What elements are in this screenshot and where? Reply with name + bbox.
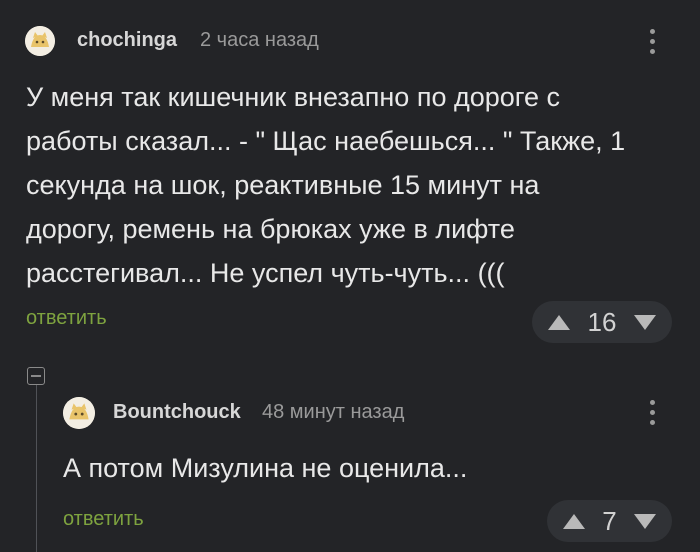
- upvote-icon[interactable]: [548, 314, 570, 330]
- collapse-icon[interactable]: [27, 367, 45, 385]
- reply-button[interactable]: ответить: [63, 508, 144, 531]
- rating-control: 7: [547, 500, 672, 542]
- more-vertical-icon[interactable]: [642, 26, 662, 58]
- comment-text: А потом Мизулина не оценила...: [63, 453, 468, 483]
- rating-count: 7: [602, 505, 617, 536]
- thread-line: [36, 380, 37, 552]
- comment-text: У меня так кишечник внезапно по дороге с…: [26, 82, 626, 288]
- more-vertical-icon[interactable]: [642, 397, 662, 429]
- rating-count: 16: [587, 306, 617, 337]
- comment-author[interactable]: Bountchouck: [113, 401, 241, 424]
- upvote-icon[interactable]: [563, 513, 585, 529]
- downvote-icon[interactable]: [633, 314, 656, 330]
- avatar-icon[interactable]: [25, 26, 55, 56]
- comment-time: 2 часа назад: [200, 29, 319, 51]
- downvote-icon[interactable]: [634, 513, 656, 529]
- comment-author[interactable]: chochinga: [77, 29, 177, 52]
- rating-control: 16: [532, 301, 672, 343]
- comment-time: 48 минут назад: [262, 401, 405, 423]
- avatar-icon[interactable]: [63, 397, 95, 429]
- reply-button[interactable]: ответить: [26, 307, 107, 330]
